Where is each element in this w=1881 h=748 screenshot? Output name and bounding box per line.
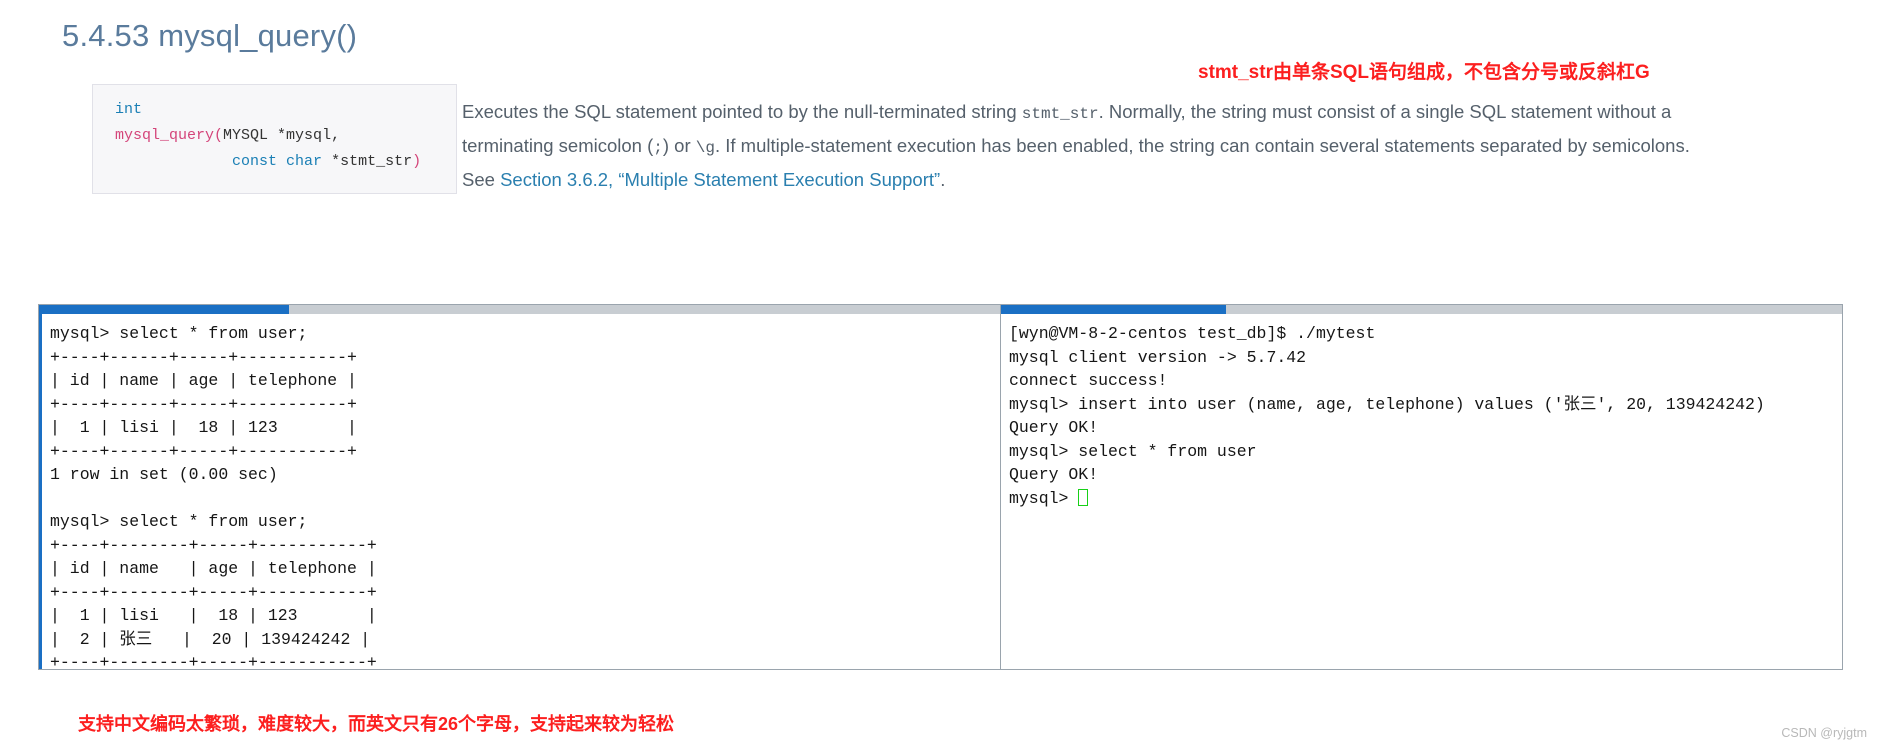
function-description: Executes the SQL statement pointed to by… [462,96,1717,196]
synopsis-return-type: int [115,101,143,118]
description-see-suffix: . [940,169,946,190]
watermark: CSDN @ryjgtm [1781,726,1867,740]
terminal-left-line: +----+------+-----+-----------+ [50,441,357,461]
terminal-left-line: | 1 | lisi | 18 | 123 | [50,418,357,437]
terminal-left-line: mysql> select * from user; [50,512,308,531]
terminal-left-line: +----+--------+-----+-----------+ [50,582,377,602]
synopsis-close-paren: ) [412,153,422,170]
description-param-stmt-str: stmt_str [1021,105,1099,123]
description-part-4: . If multiple-statement execution has be… [714,135,1690,156]
terminal-left-output: mysql> select * from user; +----+------+… [39,314,1037,669]
synopsis-open-paren: ( [214,127,224,144]
description-see-prefix: See [462,169,501,190]
terminal-right-selection-highlight [1001,305,1226,314]
description-semicolon-literal: ; [653,139,663,157]
terminal-left-line: | id | name | age | telephone | [50,371,357,390]
terminal-left-line: | 1 | lisi | 18 | 123 | [50,606,377,625]
terminal-left-line: +----+--------+-----+-----------+ [50,653,377,670]
terminal-left-line: mysql> select * from user; [50,324,308,343]
terminal-right-line: mysql client version -> 5.7.42 [1009,347,1307,367]
terminal-right-line: Query OK! [1009,418,1099,437]
terminal-left-top-strip [39,305,1037,314]
terminal-cursor [1078,488,1089,506]
description-part-1: Executes the SQL statement pointed to by… [462,101,1022,122]
terminal-left-line: +----+------+-----+-----------+ [50,347,357,367]
terminal-left-selection-highlight [39,305,289,314]
synopsis-arg-2-type: const char [232,153,323,170]
terminal-window-right[interactable]: [wyn@VM-8-2-centos test_db]$ ./mytest my… [1000,304,1843,670]
synopsis-arg-2-name: *stmt_str [331,153,413,170]
terminal-window-left[interactable]: mysql> select * from user; +----+------+… [38,304,1038,670]
page-title: 5.4.53 mysql_query() [62,18,358,53]
terminal-right-line: Query OK! [1009,465,1099,484]
terminal-left-line: | 2 | 张三 | 20 | 139424242 | [50,629,371,649]
annotation-bottom-red: 支持中文编码太繁琐，难度较大，而英文只有26个字母，支持起来较为轻松 [78,714,675,734]
terminal-left-line: 1 row in set (0.00 sec) [50,465,278,484]
terminal-right-line: mysql> insert into user (name, age, tele… [1009,394,1765,414]
terminal-left-line: | id | name | age | telephone | [50,559,377,578]
terminal-right-top-strip [1001,305,1842,314]
annotation-top-red: stmt_str由单条SQL语句组成，不包含分号或反斜杠G [1198,62,1650,83]
function-synopsis-box: int mysql_query(MYSQL *mysql, const char… [92,84,457,194]
description-part-3: ) or [662,135,696,156]
page-root: 5.4.53 mysql_query() int mysql_query(MYS… [0,0,1881,748]
terminal-left-line: +----+------+-----+-----------+ [50,394,357,414]
terminal-left-line: +----+--------+-----+-----------+ [50,535,377,555]
terminal-right-prompt: mysql> [1009,488,1079,508]
section-link-multiple-statement-execution-support[interactable]: Section 3.6.2, “Multiple Statement Execu… [500,169,940,190]
synopsis-code: int mysql_query(MYSQL *mysql, const char… [115,97,456,175]
terminal-right-line: [wyn@VM-8-2-centos test_db]$ ./mytest [1009,324,1376,343]
synopsis-arg-1: MYSQL *mysql, [223,127,341,144]
description-backslash-g-literal: \g [695,139,715,157]
terminal-right-line: connect success! [1009,371,1168,390]
synopsis-function-name: mysql_query [115,127,215,144]
terminal-right-line: mysql> select * from user [1009,441,1257,461]
terminal-right-output: [wyn@VM-8-2-centos test_db]$ ./mytest my… [1001,314,1842,669]
